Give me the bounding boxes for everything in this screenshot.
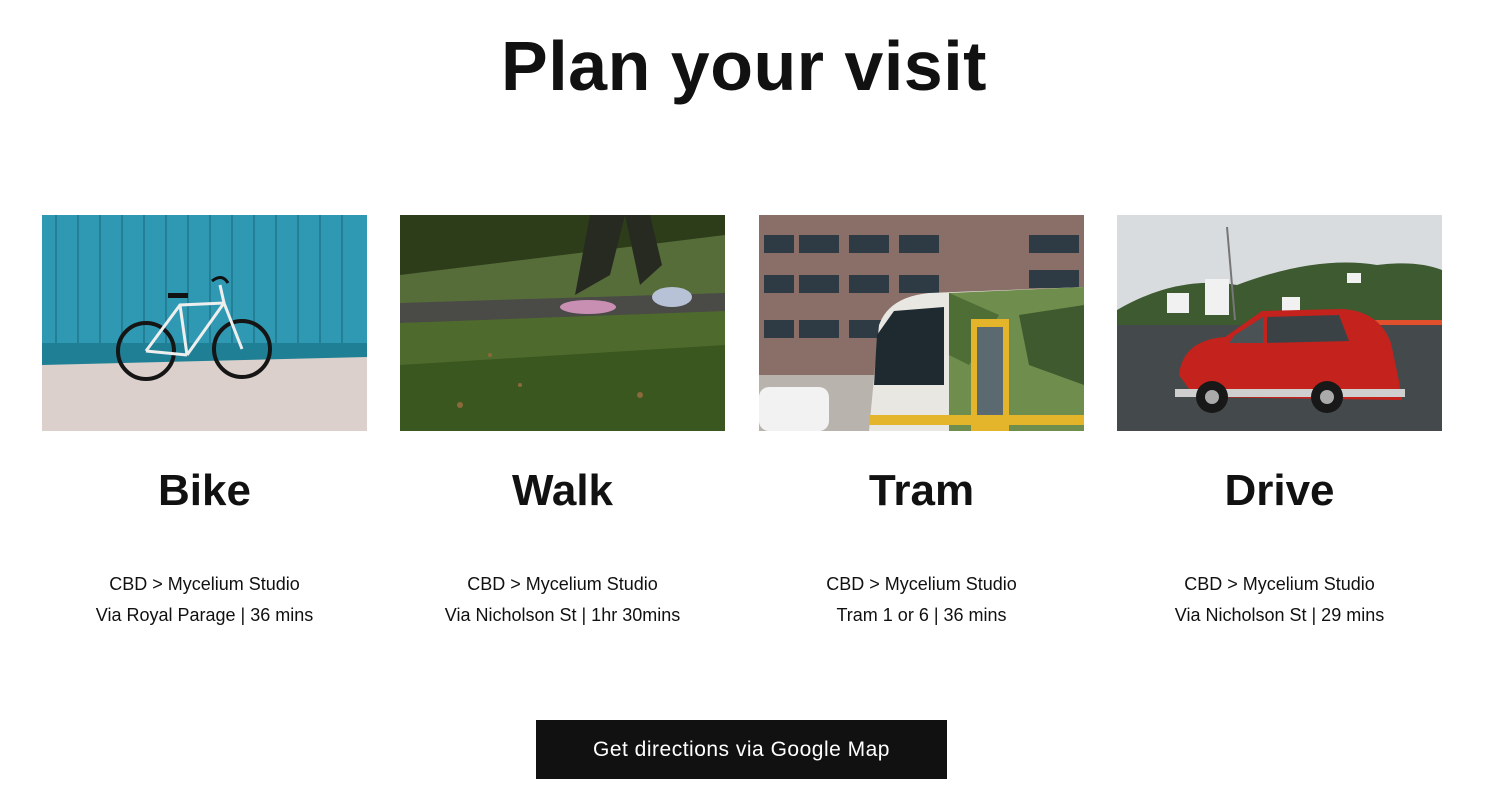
transport-card-bike: Bike CBD > Mycelium Studio Via Royal Par… <box>42 215 367 631</box>
route-line: CBD > Mycelium Studio <box>467 574 658 594</box>
tram-image <box>759 215 1084 431</box>
page-title: Plan your visit <box>501 27 987 105</box>
route-detail: Tram 1 or 6 | 36 mins <box>836 605 1007 625</box>
card-title-tram: Tram <box>868 466 975 515</box>
card-title-bike: Bike <box>158 466 251 515</box>
card-title-drive: Drive <box>1224 466 1335 515</box>
card-title-walk: Walk <box>511 466 614 515</box>
card-route-tram: CBD > Mycelium Studio Tram 1 or 6 | 36 m… <box>759 569 1084 631</box>
bike-image <box>42 215 367 431</box>
route-line: CBD > Mycelium Studio <box>109 574 300 594</box>
walk-image <box>400 215 725 431</box>
card-route-walk: CBD > Mycelium Studio Via Nicholson St |… <box>400 569 725 631</box>
route-line: CBD > Mycelium Studio <box>1184 574 1375 594</box>
transport-card-drive: Drive CBD > Mycelium Studio Via Nicholso… <box>1117 215 1442 631</box>
card-route-bike: CBD > Mycelium Studio Via Royal Parage |… <box>42 569 367 631</box>
route-detail: Via Nicholson St | 29 mins <box>1174 605 1385 625</box>
route-detail: Via Nicholson St | 1hr 30mins <box>444 605 681 625</box>
card-route-drive: CBD > Mycelium Studio Via Nicholson St |… <box>1117 569 1442 631</box>
transport-card-walk: Walk CBD > Mycelium Studio Via Nicholson… <box>400 215 725 631</box>
route-line: CBD > Mycelium Studio <box>826 574 1017 594</box>
drive-image <box>1117 215 1442 431</box>
transport-card-tram: Tram CBD > Mycelium Studio Tram 1 or 6 |… <box>759 215 1084 631</box>
plan-visit-page: Plan your visit Bike CBD > Mycelium Stud… <box>0 0 1488 791</box>
google-map-directions-button[interactable]: Get directions via Google Map <box>536 720 947 779</box>
route-detail: Via Royal Parage | 36 mins <box>95 605 314 625</box>
